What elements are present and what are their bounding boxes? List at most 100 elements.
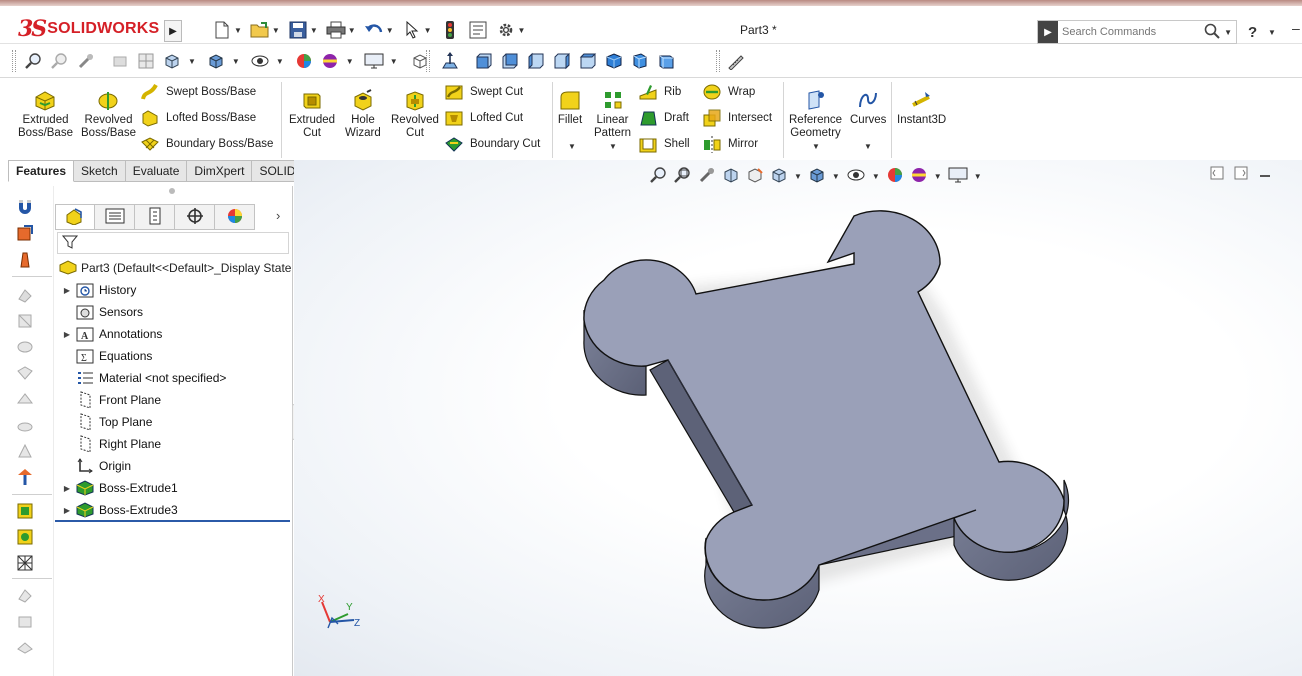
reference-geometry-dropdown-chevron-icon[interactable]: ▼ (812, 142, 820, 151)
wrap-button[interactable]: Wrap (702, 82, 755, 102)
chevron-down-icon[interactable]: ▼ (346, 57, 354, 66)
tree-item-annotations[interactable]: ▶ A Annotations (59, 324, 162, 344)
search-icon[interactable] (1204, 23, 1220, 42)
chevron-down-icon[interactable]: ▼ (232, 57, 240, 66)
disabled-tool-icon[interactable] (14, 584, 36, 606)
isometric-view-icon[interactable] (604, 51, 624, 71)
revolved-boss-button[interactable]: Revolved Boss/Base (81, 88, 136, 140)
property-manager-tab[interactable] (95, 204, 135, 230)
zoom-area-icon[interactable] (50, 51, 70, 71)
chevron-down-icon[interactable]: ▼ (188, 57, 196, 66)
expand-arrow-icon[interactable]: ▶ (59, 506, 75, 515)
chevron-down-icon[interactable]: ▼ (386, 26, 394, 35)
command-prompt-icon[interactable]: ▶ (1038, 21, 1058, 43)
disabled-tool-icon[interactable] (14, 440, 36, 462)
solidworks-logo[interactable]: 3S SOLIDWORKS (18, 14, 159, 44)
move-face-icon[interactable] (14, 466, 36, 488)
chevron-down-icon[interactable]: ▼ (1224, 28, 1232, 37)
tab-sketch[interactable]: Sketch (74, 160, 126, 182)
feature-tree-filter[interactable] (57, 232, 289, 254)
view-settings-icon[interactable] (364, 51, 384, 71)
lofted-cut-button[interactable]: Lofted Cut (444, 108, 523, 128)
tree-item-origin[interactable]: Origin (59, 456, 131, 476)
tree-item-top-plane[interactable]: Top Plane (59, 412, 152, 432)
fillet-dropdown-chevron-icon[interactable]: ▼ (568, 142, 576, 151)
tree-item-equations[interactable]: Σ Equations (59, 346, 152, 366)
disabled-tool-icon[interactable] (14, 336, 36, 358)
view-orientation-icon[interactable] (162, 51, 182, 71)
rib-button[interactable]: Rib (638, 82, 681, 102)
toolbar-grip[interactable] (716, 50, 720, 72)
dynamic-annotation-icon[interactable] (136, 51, 156, 71)
tab-evaluate[interactable]: Evaluate (125, 160, 188, 182)
chevron-down-icon[interactable]: ▼ (390, 57, 398, 66)
rebuild-button[interactable] (440, 20, 460, 40)
dimxpert-manager-tab[interactable] (175, 204, 215, 230)
cone-feature-icon[interactable] (14, 248, 36, 270)
shell-button[interactable]: Shell (638, 134, 690, 154)
swept-boss-button[interactable]: Swept Boss/Base (140, 82, 256, 102)
instant3d-button[interactable]: Instant3D (897, 88, 946, 127)
back-view-icon[interactable] (500, 51, 520, 71)
trimetric-view-icon[interactable] (630, 51, 650, 71)
measure-icon[interactable] (726, 51, 746, 71)
new-document-button[interactable]: ▼ (212, 20, 242, 40)
expand-arrow-icon[interactable]: ▶ (59, 484, 75, 493)
dimetric-view-icon[interactable] (656, 51, 676, 71)
undo-button[interactable]: ▼ (364, 20, 394, 40)
toolbar-grip[interactable] (426, 50, 430, 72)
print-button[interactable]: ▼ (326, 20, 356, 40)
chevron-down-icon[interactable]: ▼ (276, 57, 284, 66)
solidworks-menu-expand-button[interactable]: ▶ (164, 20, 182, 42)
tree-item-boss-extrude1[interactable]: ▶ Boss-Extrude1 (59, 478, 178, 498)
chevron-down-icon[interactable]: ▼ (234, 26, 242, 35)
edit-appearance-icon[interactable] (294, 51, 314, 71)
revolved-cut-button[interactable]: Revolved Cut (391, 88, 439, 140)
display-style-icon[interactable] (206, 51, 226, 71)
search-commands-input[interactable] (1058, 26, 1198, 38)
tree-item-material-not-specified[interactable]: Material <not specified> (59, 368, 226, 388)
chevron-down-icon[interactable]: ▼ (518, 26, 526, 35)
extruded-cut-button[interactable]: Extruded Cut (289, 88, 335, 140)
boundary-boss-button[interactable]: Boundary Boss/Base (140, 134, 273, 154)
intersect-button[interactable]: Intersect (702, 108, 772, 128)
tree-item-right-plane[interactable]: Right Plane (59, 434, 161, 454)
tab-features[interactable]: Features (8, 160, 75, 182)
tree-item-front-plane[interactable]: Front Plane (59, 390, 161, 410)
chevron-right-icon[interactable]: › (276, 208, 280, 223)
rollback-bar[interactable] (55, 520, 290, 522)
linear-pattern-button[interactable]: Linear Pattern (594, 88, 631, 140)
section-view-icon[interactable] (110, 51, 130, 71)
minimize-window-button[interactable]: – (1292, 20, 1302, 36)
tab-dimxpert[interactable]: DimXpert (187, 160, 253, 182)
tree-item-sensors[interactable]: Sensors (59, 302, 143, 322)
expand-arrow-icon[interactable]: ▶ (59, 286, 75, 295)
curves-button[interactable]: Curves (850, 88, 886, 127)
pattern-dropdown-chevron-icon[interactable]: ▼ (609, 142, 617, 151)
extruded-boss-button[interactable]: Extruded Boss/Base (18, 88, 73, 140)
open-button[interactable]: ▼ (250, 20, 280, 40)
normal-to-icon[interactable] (440, 51, 460, 71)
previous-view-icon[interactable] (76, 51, 96, 71)
disabled-tool-icon[interactable] (14, 414, 36, 436)
configuration-manager-tab[interactable] (135, 204, 175, 230)
chevron-down-icon[interactable]: ▼ (310, 26, 318, 35)
top-view-icon[interactable] (578, 51, 598, 71)
mirror-button[interactable]: Mirror (702, 134, 758, 154)
fillet-button[interactable]: Fillet (557, 88, 583, 127)
options-button[interactable]: ▼ (496, 20, 526, 40)
disabled-tool-icon[interactable] (14, 284, 36, 306)
disabled-tool-icon[interactable] (14, 636, 36, 658)
right-view-icon[interactable] (552, 51, 572, 71)
search-commands-box[interactable]: ▶ ▼ (1037, 20, 1237, 44)
sketch-feature-icon[interactable] (14, 526, 36, 548)
chevron-down-icon[interactable]: ▼ (424, 26, 432, 35)
tree-item-boss-extrude3[interactable]: ▶ Boss-Extrude3 (59, 500, 178, 520)
tree-item-history[interactable]: ▶ History (59, 280, 136, 300)
grid-pattern-icon[interactable] (14, 552, 36, 574)
draft-button[interactable]: Draft (638, 108, 689, 128)
graphics-area[interactable]: ▼ ▼ ▼ ▼ ▼ X Y Z (294, 160, 1302, 676)
hide-show-items-icon[interactable] (250, 51, 270, 71)
save-button[interactable]: ▼ (288, 20, 318, 40)
disabled-tool-icon[interactable] (14, 388, 36, 410)
